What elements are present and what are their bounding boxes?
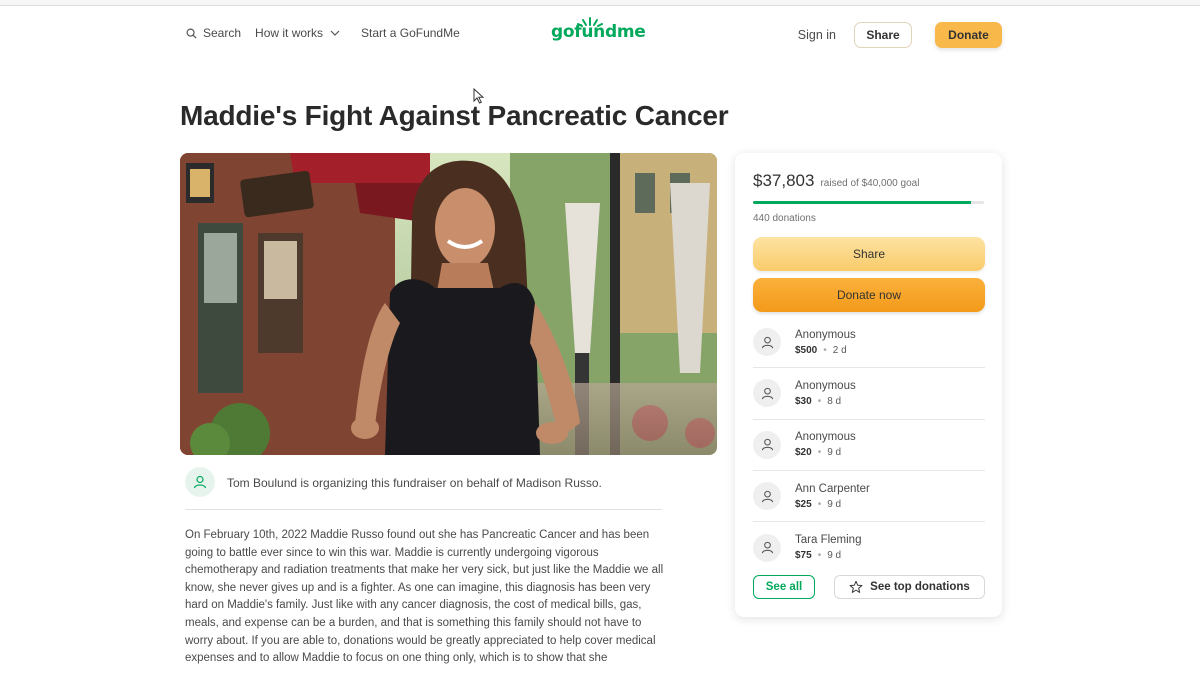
start-gofundme-link[interactable]: Start a GoFundMe <box>361 26 460 40</box>
search-icon <box>186 28 197 39</box>
star-icon <box>849 580 863 593</box>
sign-in-link[interactable]: Sign in <box>798 28 836 42</box>
donation-item: Anonymous $500 • 2 d <box>753 317 985 369</box>
raised-amount: $37,803 <box>753 171 815 190</box>
person-icon <box>761 542 773 554</box>
donor-avatar <box>753 328 781 357</box>
donation-count: 440 donations <box>753 213 816 224</box>
donor-amount: $500 <box>795 344 818 356</box>
share-button[interactable]: Share <box>753 237 985 271</box>
start-gofundme-label: Start a GoFundMe <box>361 26 460 40</box>
donor-meta: $75 • 9 d <box>795 550 861 561</box>
organizer-text: Tom Boulund is organizing this fundraise… <box>227 476 602 490</box>
donor-time: 2 d <box>832 344 847 356</box>
see-all-button[interactable]: See all <box>753 575 815 599</box>
donor-meta: $30 • 8 d <box>795 396 856 407</box>
separator-dot: • <box>817 498 822 510</box>
see-top-donations-button[interactable]: See top donations <box>834 575 985 599</box>
see-top-donations-label: See top donations <box>870 581 970 593</box>
donor-avatar <box>753 379 781 408</box>
donor-amount: $25 <box>795 498 812 510</box>
gofundme-logo[interactable]: gofundme <box>551 22 646 42</box>
person-icon <box>761 336 773 348</box>
donor-amount: $30 <box>795 395 812 407</box>
campaign-title: Maddie's Fight Against Pancreatic Cancer <box>180 100 729 131</box>
person-icon <box>761 439 773 451</box>
person-icon <box>761 387 773 400</box>
donor-name: Anonymous <box>795 379 856 392</box>
progress-bar <box>753 201 984 204</box>
donor-avatar <box>753 430 781 459</box>
donation-sidebar: $37,803 raised of $40,000 goal 440 donat… <box>735 153 1002 617</box>
search-label: Search <box>203 26 242 40</box>
progress-fill <box>753 201 972 204</box>
chevron-down-icon <box>330 30 340 36</box>
donor-time: 8 d <box>827 395 842 407</box>
goal-text: raised of $40,000 goal <box>820 178 920 189</box>
donor-avatar <box>753 482 781 511</box>
campaign-photo-image <box>180 153 717 455</box>
donor-meta: $25 • 9 d <box>795 499 870 510</box>
browser-top-edge <box>0 0 1200 6</box>
search-link[interactable]: Search <box>186 26 241 40</box>
donor-time: 9 d <box>827 447 842 459</box>
recent-donations-list: Anonymous $500 • 2 d Anonymous $30 • 8 d <box>753 317 985 573</box>
donor-meta: $500 • 2 d <box>795 345 856 356</box>
donor-meta: $20 • 9 d <box>795 447 856 458</box>
separator-dot: • <box>817 395 822 407</box>
donor-time: 9 d <box>827 550 842 562</box>
donor-amount: $75 <box>795 550 812 562</box>
donation-item: Tara Fleming $75 • 9 d <box>753 522 985 573</box>
raised-summary: $37,803 raised of $40,000 goal <box>753 171 919 191</box>
donor-name: Anonymous <box>795 431 856 444</box>
header-actions: Sign in Share Donate <box>798 22 1002 48</box>
organizer-section: Tom Boulund is organizing this fundraise… <box>185 467 662 510</box>
separator-dot: • <box>817 550 822 562</box>
donate-now-button[interactable]: Donate now <box>753 278 985 312</box>
separator-dot: • <box>823 344 827 356</box>
person-icon <box>193 475 207 489</box>
campaign-photo[interactable] <box>180 153 717 455</box>
how-it-works-label: How it works <box>255 26 324 40</box>
organizer-avatar[interactable] <box>185 467 215 497</box>
donation-item: Anonymous $20 • 9 d <box>753 420 985 471</box>
donor-name: Ann Carpenter <box>795 482 870 495</box>
donation-item: Ann Carpenter $25 • 9 d <box>753 471 985 523</box>
campaign-story: On February 10th, 2022 Maddie Russo foun… <box>185 529 664 665</box>
donor-name: Tara Fleming <box>795 534 862 547</box>
site-header: Search How it works Start a GoFundMe gof… <box>0 14 1200 58</box>
person-icon <box>761 490 773 502</box>
donation-item: Anonymous $30 • 8 d <box>753 368 985 420</box>
donor-amount: $20 <box>795 447 812 459</box>
header-donate-button[interactable]: Donate <box>935 22 1002 48</box>
header-share-button[interactable]: Share <box>854 22 912 48</box>
donor-time: 9 d <box>827 498 842 510</box>
donor-name: Anonymous <box>795 328 856 341</box>
donor-avatar <box>753 533 781 562</box>
how-it-works-menu[interactable]: How it works <box>255 26 340 40</box>
primary-nav: Search How it works Start a GoFundMe <box>186 26 460 40</box>
separator-dot: • <box>817 447 822 459</box>
